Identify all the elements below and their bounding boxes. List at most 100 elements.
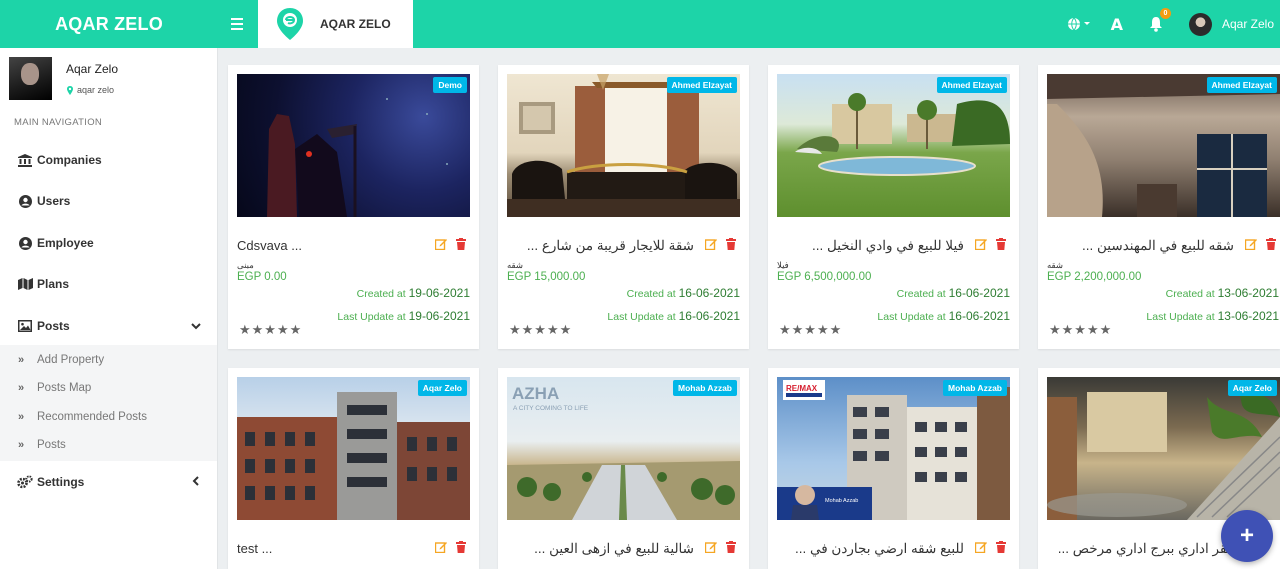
card-price: EGP 0.00 — [237, 271, 287, 283]
owner-badge: Ahmed Elzayat — [666, 77, 737, 93]
sidebar-user-sub: aqar zelo — [77, 85, 115, 95]
submenu-item-add-property[interactable]: » Add Property — [18, 354, 104, 366]
updated-date: 13-06-2021 — [1217, 309, 1279, 323]
sidebar-item-label: Posts — [37, 319, 70, 333]
property-card[interactable]: Aqar Zelo test ... — [228, 368, 479, 569]
menu-toggle-icon[interactable] — [226, 14, 248, 34]
sidebar-item-settings[interactable]: Settings — [0, 463, 217, 501]
card-category: شقه — [1047, 260, 1063, 270]
edit-icon[interactable] — [435, 238, 447, 250]
cogs-icon — [17, 475, 33, 489]
rating-stars[interactable]: ★★★★★ — [509, 323, 572, 338]
owner-badge: Aqar Zelo — [417, 380, 467, 396]
rating-stars[interactable]: ★★★★★ — [239, 323, 302, 338]
owner-badge: Aqar Zelo — [1227, 380, 1277, 396]
property-card[interactable]: Ahmed Elzayat شقه للبيع في المهندسين ...… — [1038, 65, 1280, 349]
sidebar-item-posts[interactable]: Posts — [0, 307, 217, 345]
notification-count-badge: 0 — [1159, 8, 1171, 19]
sidebar: Aqar Zelo aqar zelo MAIN NAVIGATION Comp… — [0, 48, 218, 569]
updated-date: 19-06-2021 — [408, 309, 470, 323]
sidebar-item-companies[interactable]: Companies — [0, 141, 217, 179]
add-post-button[interactable]: + — [1221, 510, 1273, 562]
card-title[interactable]: شالية للبيع في ازهى العين ... — [508, 541, 694, 557]
card-title[interactable]: للبيع شقه ارضي بجاردن في ... — [778, 541, 964, 557]
sidebar-user-status: aqar zelo — [66, 85, 114, 95]
edit-icon[interactable] — [435, 541, 447, 553]
logo-box[interactable]: AQAR ZELO — [258, 0, 413, 48]
card-title[interactable]: مقر اداري ببرج اداري مرخص ... — [1048, 541, 1234, 557]
rating-stars[interactable]: ★★★★★ — [779, 323, 842, 338]
delete-icon[interactable] — [455, 238, 467, 250]
sidebar-item-plans[interactable]: Plans — [0, 265, 217, 303]
card-title[interactable]: شقه للبيع في المهندسين ... — [1048, 238, 1234, 254]
card-price: EGP 2,200,000.00 — [1047, 271, 1142, 283]
property-image[interactable]: Ahmed Elzayat — [507, 74, 740, 217]
submenu-item-label: Recommended Posts — [37, 411, 147, 423]
user-circle-icon — [17, 194, 33, 208]
delete-icon[interactable] — [1265, 238, 1277, 250]
delete-icon[interactable] — [995, 238, 1007, 250]
property-image[interactable]: Demo — [237, 74, 470, 217]
card-title[interactable]: test ... — [237, 541, 417, 556]
brand-title[interactable]: AQAR ZELO — [0, 0, 218, 48]
card-title[interactable]: Cdsvava ... — [237, 238, 417, 253]
location-pin-icon — [67, 85, 73, 95]
property-image[interactable]: Ahmed Elzayat — [1047, 74, 1280, 217]
edit-icon[interactable] — [1245, 238, 1257, 250]
double-chevron-right-icon: » — [18, 439, 24, 451]
image-icon — [17, 319, 33, 333]
card-price: EGP 15,000.00 — [507, 271, 586, 283]
notifications-bell-icon[interactable]: 0 — [1149, 8, 1171, 34]
property-image[interactable]: Ahmed Elzayat — [777, 74, 1010, 217]
property-image[interactable]: Aqar Zelo — [237, 377, 470, 520]
language-globe-icon[interactable] — [1067, 14, 1093, 34]
logo-icon — [277, 8, 303, 40]
bank-icon — [17, 153, 33, 167]
font-size-icon[interactable]: A — [1111, 15, 1123, 34]
edit-icon[interactable] — [975, 541, 987, 553]
agent-name: Mohab Azzab — [825, 498, 858, 504]
sidebar-item-employee[interactable]: Employee — [0, 224, 217, 262]
card-title[interactable]: شقة للايجار قريبة من شارع ... — [508, 238, 694, 254]
edit-icon[interactable] — [975, 238, 987, 250]
property-image[interactable]: RE/MAX Mohab Azzab Mohab Azzab — [777, 377, 1010, 520]
submenu-item-posts[interactable]: » Posts — [18, 439, 66, 451]
submenu-item-posts-map[interactable]: » Posts Map — [18, 382, 91, 394]
created-label: Created at — [356, 288, 406, 300]
edit-icon[interactable] — [705, 541, 717, 553]
delete-icon[interactable] — [725, 238, 737, 250]
sidebar-item-label: Employee — [37, 236, 94, 250]
double-chevron-right-icon: » — [18, 411, 24, 423]
updated-date: 16-06-2021 — [948, 309, 1010, 323]
submenu-item-label: Add Property — [37, 354, 105, 366]
card-title[interactable]: فيلا للبيع في وادي النخيل ... — [778, 238, 964, 254]
property-card[interactable]: Ahmed Elzayat فيلا للبيع في وادي النخيل … — [768, 65, 1019, 349]
property-image[interactable]: AZHA A CITY COMING TO LIFE Mohab Azzab — [507, 377, 740, 520]
edit-icon[interactable] — [705, 238, 717, 250]
double-chevron-right-icon: » — [18, 354, 24, 366]
delete-icon[interactable] — [725, 541, 737, 553]
rating-stars[interactable]: ★★★★★ — [1049, 323, 1112, 338]
top-user-avatar[interactable] — [1188, 12, 1212, 36]
top-user-name[interactable]: Aqar Zelo — [1222, 17, 1274, 31]
delete-icon[interactable] — [995, 541, 1007, 553]
owner-badge: Demo — [433, 77, 467, 93]
updated-date: 16-06-2021 — [678, 309, 740, 323]
card-updated: Last Update at 19-06-2021 — [337, 309, 470, 323]
card-created: Created at 13-06-2021 — [1166, 286, 1279, 300]
delete-icon[interactable] — [455, 541, 467, 553]
property-image[interactable]: Aqar Zelo — [1047, 377, 1280, 520]
submenu-item-recommended-posts[interactable]: » Recommended Posts — [18, 411, 147, 423]
created-label: Created at — [896, 288, 946, 300]
created-date: 13-06-2021 — [1217, 286, 1279, 300]
map-icon — [17, 277, 33, 291]
property-card[interactable]: RE/MAX Mohab Azzab Mohab Azzab للبيع شقه… — [768, 368, 1019, 569]
owner-badge: Mohab Azzab — [673, 380, 737, 396]
card-category: مبنى — [237, 260, 254, 270]
card-category: فيلا — [777, 260, 789, 270]
property-card[interactable]: Demo Cdsvava ... مبنى EGP 0.00 Created a… — [228, 65, 479, 349]
posts-submenu: » Add Property » Posts Map » Recommended… — [0, 345, 217, 461]
property-card[interactable]: Ahmed Elzayat شقة للايجار قريبة من شارع … — [498, 65, 749, 349]
sidebar-item-users[interactable]: Users — [0, 182, 217, 220]
property-card[interactable]: AZHA A CITY COMING TO LIFE Mohab Azzab ش… — [498, 368, 749, 569]
